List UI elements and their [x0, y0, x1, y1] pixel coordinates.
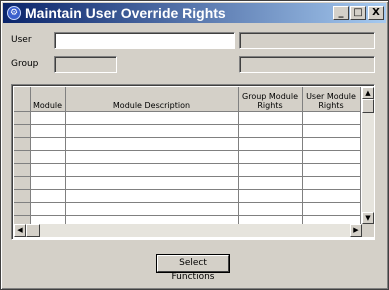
user-label: User [11, 35, 32, 45]
grid-cell[interactable] [238, 189, 303, 203]
row-selector[interactable] [14, 214, 31, 224]
grid-cell[interactable] [238, 215, 303, 224]
row-selector[interactable] [14, 175, 31, 190]
grid-cell[interactable] [238, 163, 303, 177]
table-row[interactable] [14, 162, 361, 177]
grid-cell[interactable] [65, 202, 239, 216]
horizontal-scrollbar[interactable]: ◀ ▶ [14, 224, 362, 237]
grid-cell[interactable] [30, 111, 66, 125]
table-row[interactable] [14, 175, 361, 190]
grid-cell[interactable] [302, 137, 361, 151]
module-rights-grid[interactable]: Module Module Description Group Module R… [11, 84, 375, 240]
column-header-module[interactable]: Module [30, 87, 66, 112]
grid-cell[interactable] [30, 202, 66, 216]
group-label: Group [11, 59, 39, 69]
grid-cell[interactable] [30, 176, 66, 190]
grid-cell[interactable] [238, 111, 303, 125]
grid-cell[interactable] [30, 215, 66, 224]
maximize-button[interactable]: □ [350, 6, 366, 20]
row-selector[interactable] [14, 110, 31, 125]
grid-cell[interactable] [30, 189, 66, 203]
table-row[interactable] [14, 123, 361, 138]
user-input[interactable] [54, 32, 235, 49]
grid-cell[interactable] [30, 137, 66, 151]
grid-cell[interactable] [302, 163, 361, 177]
grid-cell[interactable] [65, 189, 239, 203]
grid-cell[interactable] [238, 124, 303, 138]
grid-cell[interactable] [30, 124, 66, 138]
scroll-down-arrow-icon[interactable]: ▼ [362, 212, 374, 224]
module-rights-table: Module Module Description Group Module R… [14, 87, 361, 224]
table-row[interactable] [14, 214, 361, 224]
row-selector[interactable] [14, 201, 31, 216]
horizontal-scroll-thumb[interactable] [26, 224, 40, 237]
grid-cell[interactable] [65, 176, 239, 190]
row-selector[interactable] [14, 149, 31, 164]
grid-header-row: Module Module Description Group Module R… [14, 87, 361, 112]
grid-cell[interactable] [30, 163, 66, 177]
app-icon: ⚙ [7, 6, 21, 20]
vertical-scroll-thumb[interactable] [362, 99, 374, 113]
table-row[interactable] [14, 188, 361, 203]
grid-cell[interactable] [302, 111, 361, 125]
group-code-display [54, 56, 117, 73]
window-title: Maintain User Override Rights [25, 5, 226, 21]
close-button[interactable]: X [368, 6, 384, 20]
grid-cell[interactable] [238, 202, 303, 216]
grid-cell[interactable] [65, 150, 239, 164]
grid-cell[interactable] [302, 150, 361, 164]
table-row[interactable] [14, 201, 361, 216]
table-row[interactable] [14, 110, 361, 125]
grid-cell[interactable] [302, 202, 361, 216]
grid-cell[interactable] [65, 111, 239, 125]
grid-cell[interactable] [302, 189, 361, 203]
row-selector[interactable] [14, 188, 31, 203]
vertical-scrollbar[interactable]: ▲ ▼ [362, 87, 374, 224]
scroll-left-arrow-icon[interactable]: ◀ [14, 224, 26, 237]
title-bar[interactable]: ⚙ Maintain User Override Rights _ □ X [3, 3, 386, 23]
grid-cell[interactable] [238, 150, 303, 164]
grid-viewport: Module Module Description Group Module R… [14, 87, 362, 224]
table-row[interactable] [14, 149, 361, 164]
grid-cell[interactable] [30, 150, 66, 164]
grid-cell[interactable] [302, 124, 361, 138]
row-selector[interactable] [14, 136, 31, 151]
row-selector[interactable] [14, 162, 31, 177]
column-header-module-description[interactable]: Module Description [65, 87, 239, 112]
column-header-user-module-rights[interactable]: User Module Rights [302, 87, 361, 112]
grid-cell[interactable] [65, 124, 239, 138]
scrollbar-corner [362, 224, 374, 237]
table-row[interactable] [14, 136, 361, 151]
row-selector[interactable] [14, 123, 31, 138]
grid-cell[interactable] [238, 176, 303, 190]
user-description-display [239, 32, 375, 49]
grid-body [14, 110, 361, 224]
grid-cell[interactable] [65, 215, 239, 224]
group-description-display [239, 56, 375, 73]
scroll-right-arrow-icon[interactable]: ▶ [350, 224, 362, 237]
maintain-user-override-rights-window: ⚙ Maintain User Override Rights _ □ X Us… [0, 0, 389, 290]
grid-cell[interactable] [302, 176, 361, 190]
minimize-button[interactable]: _ [333, 6, 349, 20]
grid-cell[interactable] [238, 137, 303, 151]
select-functions-button[interactable]: Select Functions [157, 255, 229, 282]
grid-cell[interactable] [302, 215, 361, 224]
grid-cell[interactable] [65, 163, 239, 177]
grid-cell[interactable] [65, 137, 239, 151]
grid-corner-header[interactable] [14, 87, 31, 112]
column-header-group-module-rights[interactable]: Group Module Rights [238, 87, 303, 112]
scroll-up-arrow-icon[interactable]: ▲ [362, 87, 374, 99]
